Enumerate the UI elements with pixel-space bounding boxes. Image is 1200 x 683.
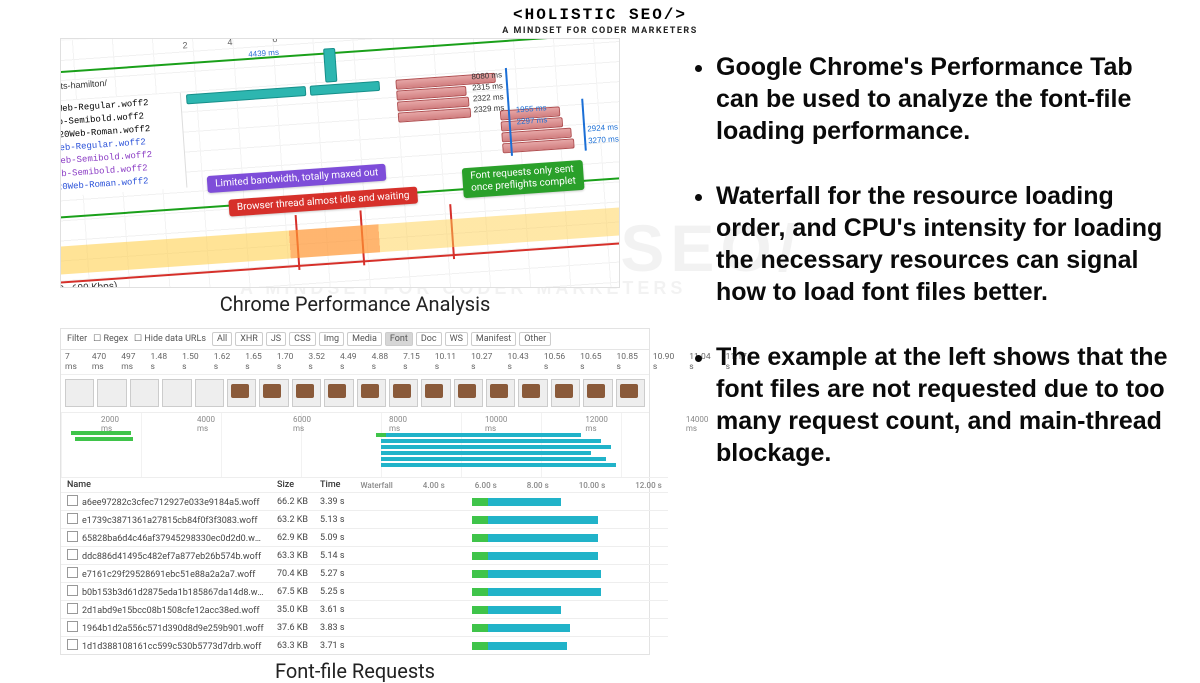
bullet-item: The example at the left shows that the f… — [716, 342, 1170, 469]
net-col-header[interactable]: Name — [61, 478, 271, 493]
net-request-row[interactable]: e7161c29f29528691ebc51e88a2a2a7.woff70.4… — [61, 565, 668, 583]
net-col-header[interactable]: Waterfall4.00 s6.00 s8.00 s10.00 s12.00 … — [350, 478, 667, 493]
perf-results-label: results-hamilton/ — [60, 78, 107, 93]
net-filter-tab[interactable]: All — [212, 332, 232, 346]
filmstrip-frame[interactable] — [551, 379, 580, 407]
net-filter-tab[interactable]: Other — [519, 332, 551, 346]
net-filter-tab[interactable]: Doc — [416, 332, 442, 346]
callout-idle: Browser thread almost idle and waiting — [228, 186, 418, 216]
net-frame-times: 7 ms470 ms497 ms1.48 s1.50 s1.62 s1.65 s… — [61, 350, 649, 375]
net-request-row[interactable]: e1739c3871361a27815cb84f0f3f3083.woff63.… — [61, 511, 668, 529]
filmstrip-frame[interactable] — [518, 379, 547, 407]
net-filter-tab[interactable]: Img — [319, 332, 344, 346]
net-request-row[interactable]: ddc886d41495c482ef7a877eb26b574b.woff63.… — [61, 547, 668, 565]
filmstrip-frame[interactable] — [65, 379, 94, 407]
callout-bandwidth: Limited bandwidth, totally maxed out — [207, 164, 387, 193]
filmstrip-frame[interactable] — [130, 379, 159, 407]
net-filter-tab[interactable]: WS — [445, 332, 468, 346]
chrome-network-panel[interactable]: Filter ☐ Regex ☐ Hide data URLs AllXHRJS… — [60, 328, 650, 655]
brand-header: <HOLISTIC SEO/> A MINDSET FOR CODER MARK… — [0, 6, 1200, 36]
net-col-header[interactable]: Size — [271, 478, 314, 493]
net-waterfall-overview[interactable]: 2000 ms4000 ms6000 ms8000 ms10000 ms1200… — [61, 413, 649, 477]
net-filter-tab[interactable]: Font — [385, 332, 413, 346]
bullet-item: Waterfall for the resource loading order… — [716, 181, 1170, 308]
filmstrip-frame[interactable] — [357, 379, 386, 407]
net-request-row[interactable]: 1964b1d2a556c571d390d8d9e259b901.woff37.… — [61, 619, 668, 637]
filmstrip-frame[interactable] — [616, 379, 645, 407]
net-request-row[interactable]: 1d1d388108161cc599c530b5773d7drb.woff63.… — [61, 637, 668, 655]
net-request-row[interactable]: 2d1abd9e15bcc08b1508cfe12acc38ed.woff35.… — [61, 601, 668, 619]
filmstrip-frame[interactable] — [583, 379, 612, 407]
net-request-row[interactable]: 65828ba6d4c46af37945298330ec0d2d0.woff62… — [61, 529, 668, 547]
perf-file-list: ...Web-Regular.woff2..eb-Semibold.woff2.… — [60, 93, 187, 198]
filter-label[interactable]: Filter — [67, 334, 87, 344]
net-request-row[interactable]: b0b153b3d61d2875eda1b185867da14d8.woff67… — [61, 583, 668, 601]
filmstrip-frame[interactable] — [292, 379, 321, 407]
filmstrip-frame[interactable] — [389, 379, 418, 407]
filmstrip-frame[interactable] — [227, 379, 256, 407]
bullet-item: Google Chrome's Performance Tab can be u… — [716, 52, 1170, 147]
filmstrip-frame[interactable] — [162, 379, 191, 407]
caption-fontfile: Font-file Requests — [60, 659, 650, 683]
filmstrip-frame[interactable] — [97, 379, 126, 407]
net-filter-tab[interactable]: XHR — [235, 332, 263, 346]
net-toolbar[interactable]: Filter ☐ Regex ☐ Hide data URLs AllXHRJS… — [61, 329, 649, 350]
chrome-performance-panel[interactable]: 246810121416182022 4439 ms Foava results… — [60, 38, 620, 288]
filmstrip-frame[interactable] — [454, 379, 483, 407]
net-filter-tab[interactable]: CSS — [289, 332, 316, 346]
net-col-header[interactable]: Time — [314, 478, 350, 493]
net-request-table[interactable]: NameSizeTimeWaterfall4.00 s6.00 s8.00 s1… — [61, 477, 668, 654]
filmstrip-frame[interactable] — [259, 379, 288, 407]
net-filter-tab[interactable]: Manifest — [471, 332, 516, 346]
brand-name: <HOLISTIC SEO/> — [0, 6, 1200, 24]
callout-preflight: Font requests only sentonce preflights c… — [462, 160, 585, 198]
net-filmstrip[interactable] — [61, 375, 649, 413]
caption-performance: Chrome Performance Analysis — [60, 292, 650, 316]
net-filter-tab[interactable]: Media — [347, 332, 382, 346]
filmstrip-frame[interactable] — [195, 379, 224, 407]
brand-tagline: A MINDSET FOR CODER MARKETERS — [0, 26, 1200, 36]
filmstrip-frame[interactable] — [486, 379, 515, 407]
filmstrip-frame[interactable] — [421, 379, 450, 407]
net-request-row[interactable]: a6ee97282c3cfec712927e033e9184a5.woff66.… — [61, 493, 668, 511]
net-filter-tab[interactable]: JS — [266, 332, 286, 346]
explanation-column: Google Chrome's Performance Tab can be u… — [680, 52, 1170, 503]
filmstrip-frame[interactable] — [324, 379, 353, 407]
